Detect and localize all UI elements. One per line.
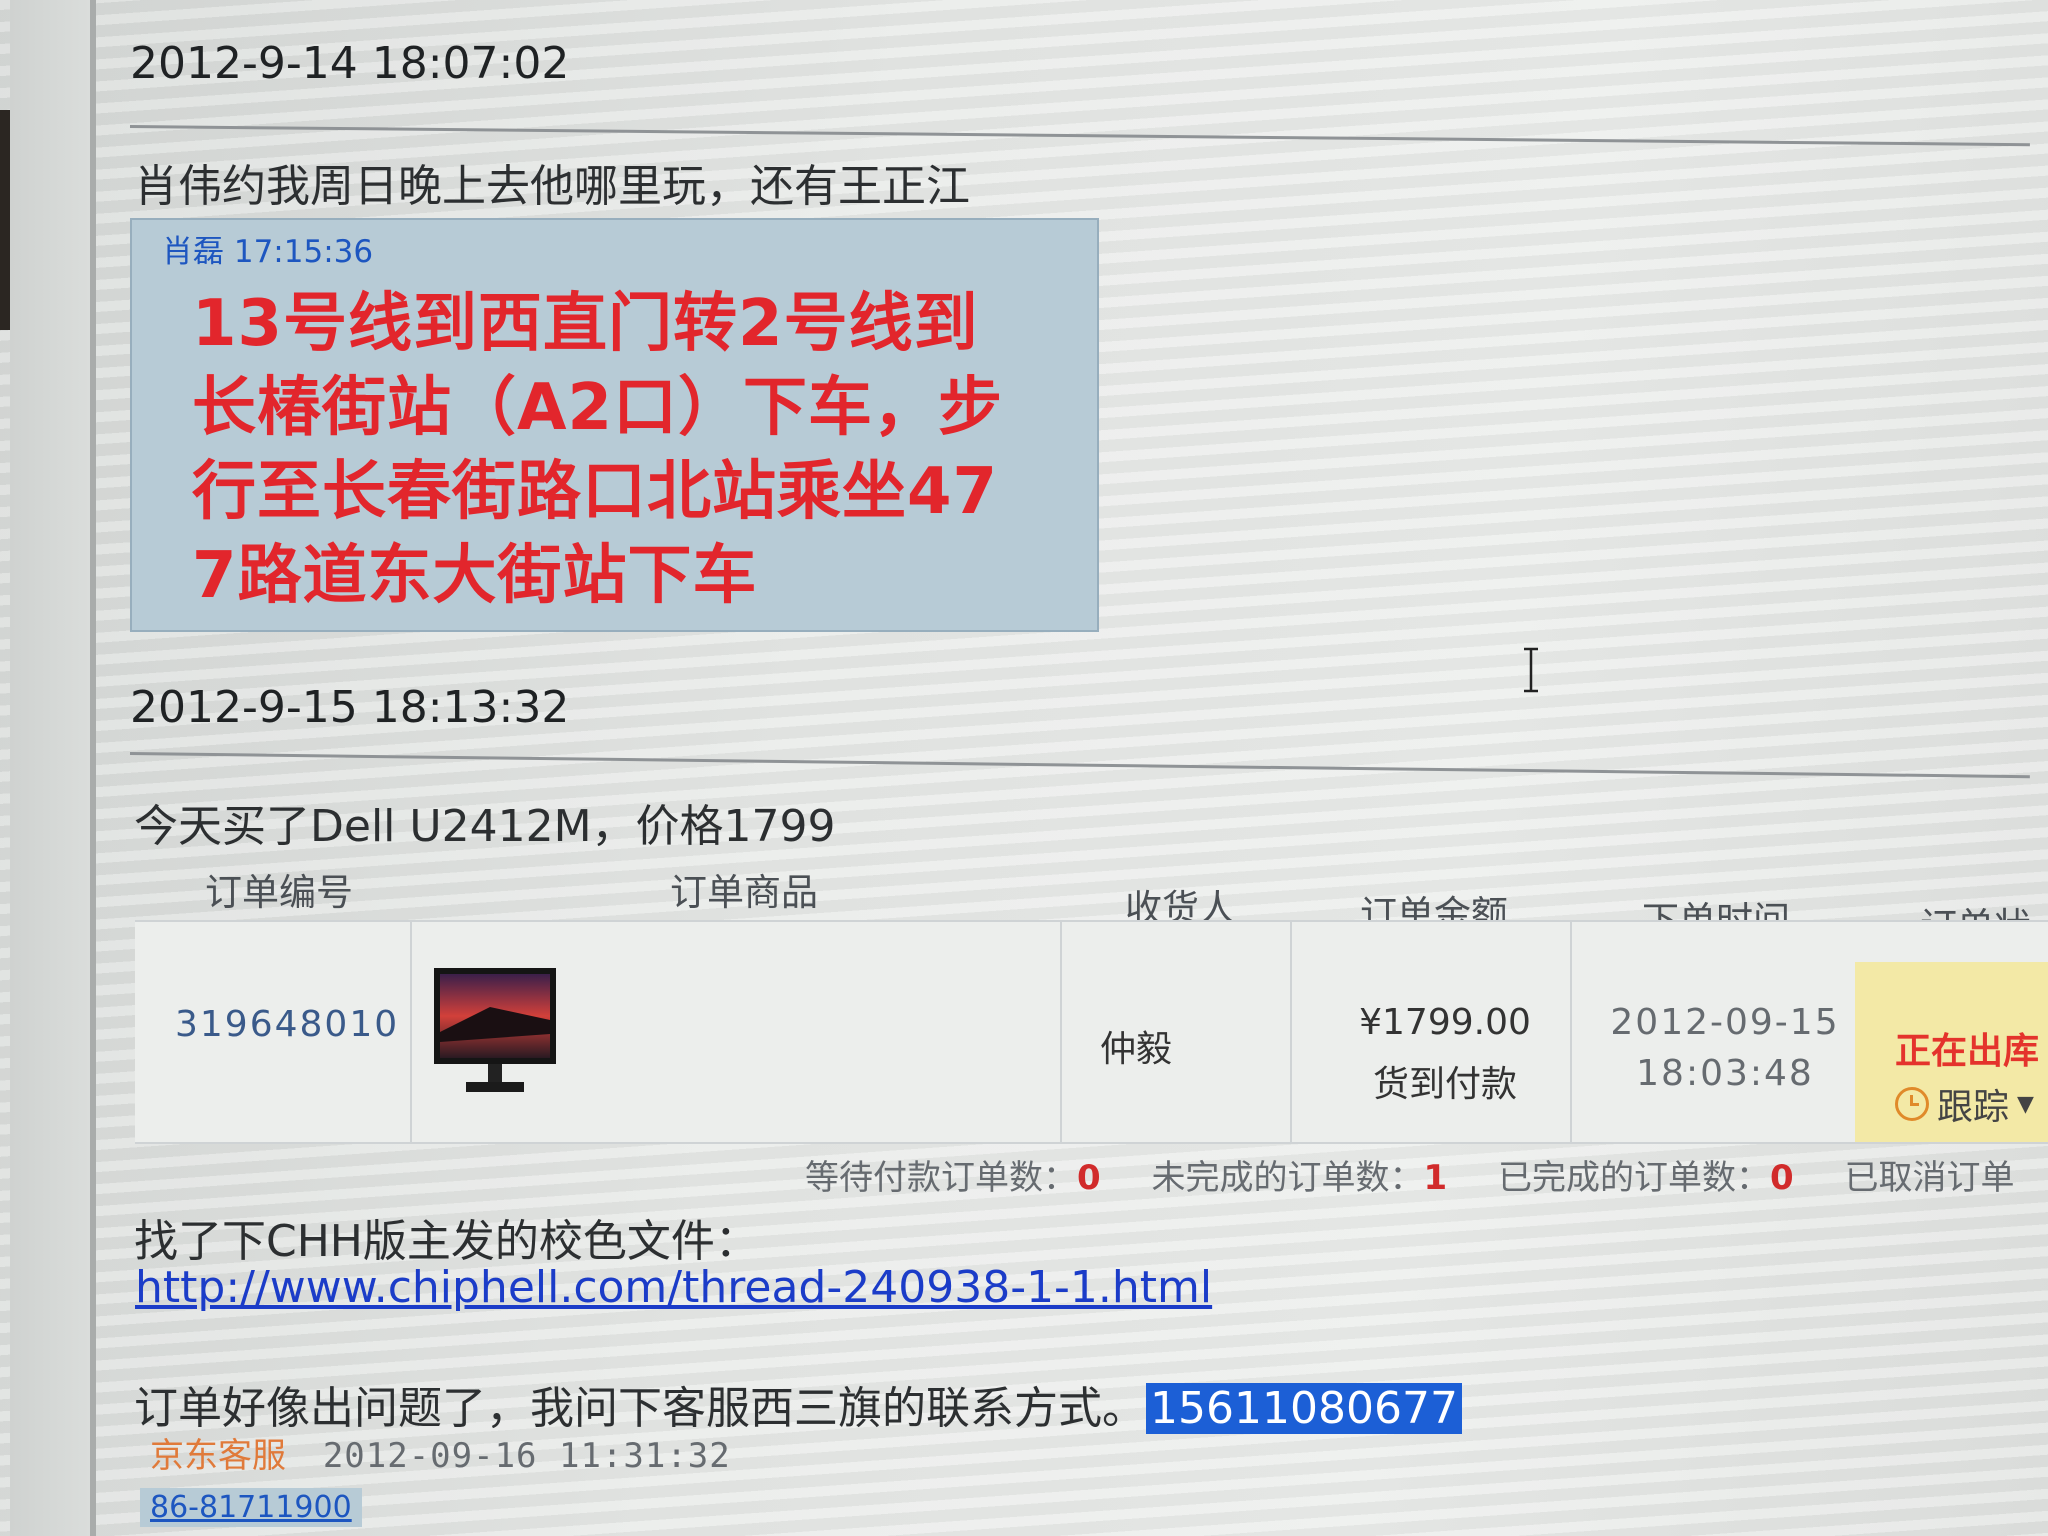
chevron-down-icon: ▼ — [2017, 1091, 2034, 1117]
quote-body: 13号线到西直门转2号线到 长椿街站（A2口）下车，步 行至长春街路口北站乘坐4… — [192, 282, 1052, 618]
entry-timestamp-2: 2012-9-15 18:13:32 — [130, 682, 570, 733]
cell-divider — [1290, 922, 1292, 1142]
track-button[interactable]: 跟踪 ▼ — [1895, 1078, 2034, 1130]
cell-divider — [410, 922, 412, 1142]
quote-line: 13号线到西直门转2号线到 — [192, 287, 979, 361]
cell-divider — [1060, 922, 1062, 1142]
quote-header: 肖磊 17:15:36 — [162, 226, 373, 271]
quote-author: 肖磊 — [162, 234, 224, 270]
left-edge-strip — [0, 110, 10, 330]
order-datetime: 2012-09-15 18:03:48 — [1595, 1002, 1855, 1104]
divider-2 — [129, 752, 2030, 779]
left-scroll-rail[interactable] — [10, 0, 96, 1536]
order-amount: ¥1799.00 货到付款 — [1345, 1002, 1545, 1119]
order-date: 2012-09-15 — [1610, 1002, 1840, 1043]
highlighted-phone-number[interactable]: 15611080677 — [1146, 1383, 1462, 1434]
entry-message-1: 肖伟约我周日晚上去他哪里玩，还有王正江 — [134, 161, 970, 212]
quoted-message-box: 肖磊 17:15:36 13号线到西直门转2号线到 长椿街站（A2口）下车，步 … — [130, 218, 1099, 632]
service-time: 2012-09-16 11:31:32 — [322, 1436, 731, 1476]
chiphell-thread-link[interactable]: http://www.chiphell.com/thread-240938-1-… — [135, 1262, 1212, 1313]
service-message-header: 京东客服 2012-09-16 11:31:32 — [150, 1428, 731, 1477]
order-row: 319648010 仲毅 ¥1799.00 货到付款 2012-09-15 18… — [135, 920, 2048, 1144]
amount-value: ¥1799.00 — [1359, 1002, 1531, 1043]
quote-line: 长椿街站（A2口）下车，步 — [192, 371, 1004, 445]
followup-line-2-text: 订单好像出问题了，我问下客服西三旗的联系方式。 — [134, 1383, 1146, 1434]
count-complete[interactable]: 已完成的订单数：0 — [1498, 1158, 1794, 1198]
followup-line-2: 订单好像出问题了，我问下客服西三旗的联系方式。15611080677 — [134, 1372, 1462, 1436]
entry-timestamp-1: 2012-9-14 18:07:02 — [130, 38, 570, 89]
col-header-product: 订单商品 — [670, 871, 818, 914]
text-cursor-icon — [1524, 647, 1538, 693]
quote-line: 行至长春街路口北站乘坐47 — [192, 455, 999, 529]
receiver-name: 仲毅 — [1100, 1029, 1173, 1070]
quote-time: 17:15:36 — [233, 234, 374, 270]
payment-method: 货到付款 — [1372, 1064, 1517, 1105]
monitor-thumbnail-icon[interactable] — [430, 962, 560, 1102]
count-pending-payment[interactable]: 等待付款订单数：0 — [805, 1158, 1101, 1198]
divider-1 — [129, 125, 2030, 147]
order-status: 正在出库 — [1895, 1031, 2040, 1072]
order-id-link[interactable]: 319648010 — [175, 1004, 399, 1045]
track-label: 跟踪 — [1937, 1087, 2010, 1128]
status-cell: 正在出库 跟踪 ▼ — [1855, 962, 2048, 1142]
note-content: 2012-9-14 18:07:02 肖伟约我周日晚上去他哪里玩，还有王正江 肖… — [129, 0, 2048, 1536]
clock-icon — [1895, 1087, 1929, 1121]
entry-message-2: 今天买了Dell U2412M，价格1799 — [134, 801, 836, 852]
order-counts: 等待付款订单数：0 未完成的订单数：1 已完成的订单数：0 已取消订单 — [805, 1150, 2048, 1199]
followup-line-1: 找了下CHH版主发的校色文件： — [134, 1216, 759, 1267]
col-header-order-id: 订单编号 — [205, 871, 353, 914]
order-time: 18:03:48 — [1636, 1053, 1814, 1094]
service-contact-tag[interactable]: 86-81711900 — [140, 1488, 362, 1527]
cell-divider — [1570, 922, 1572, 1142]
quote-line: 7路道东大街站下车 — [192, 539, 758, 613]
service-name: 京东客服 — [150, 1436, 286, 1476]
count-incomplete[interactable]: 未完成的订单数：1 — [1151, 1158, 1447, 1198]
count-cancelled[interactable]: 已取消订单 — [1844, 1158, 2014, 1198]
